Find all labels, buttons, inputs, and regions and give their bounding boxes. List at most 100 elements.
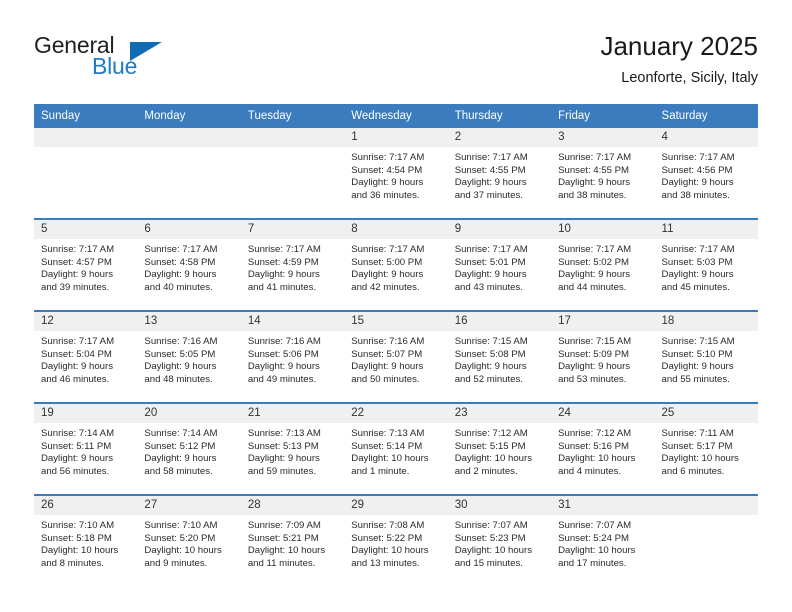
calendar-cell-empty <box>137 128 241 219</box>
day-sun-info: Sunrise: 7:16 AM Sunset: 5:07 PM Daylight:… <box>344 331 447 386</box>
sunset-text: Sunset: 5:17 PM <box>661 440 733 452</box>
calendar-day-cell[interactable]: 1 Sunrise: 7:17 AM Sunset: 4:54 PM Daylight… <box>344 128 448 219</box>
day-sun-info: Sunrise: 7:09 AM Sunset: 5:21 PM Daylight:… <box>241 515 344 570</box>
sunrise-text: Sunrise: 7:17 AM <box>558 244 632 255</box>
daylight-text-line2: and 50 minutes. <box>351 373 420 385</box>
day-number: 15 <box>344 312 448 331</box>
sunset-text: Sunset: 4:58 PM <box>144 256 216 268</box>
calendar-day-cell[interactable]: 3 Sunrise: 7:17 AM Sunset: 4:55 PM Daylight… <box>551 128 655 219</box>
day-number: 18 <box>654 312 758 331</box>
calendar-day-cell[interactable]: 21 Sunrise: 7:13 AM Sunset: 5:13 PM Dayligh… <box>240 402 345 495</box>
day-number: 20 <box>137 404 241 423</box>
day-sun-info: Sunrise: 7:17 AM Sunset: 5:01 PM Daylight:… <box>448 239 551 294</box>
day-number: 11 <box>654 220 758 239</box>
sunset-text: Sunset: 5:11 PM <box>41 440 112 452</box>
calendar-day-cell[interactable]: 18 Sunrise: 7:15 AM Sunset: 5:10 PM Dayligh… <box>654 310 758 403</box>
daylight-text-line1: Daylight: 9 hours <box>351 269 424 281</box>
day-sun-info: Sunrise: 7:15 AM Sunset: 5:08 PM Daylight:… <box>448 331 551 386</box>
day-number: 22 <box>344 404 448 423</box>
sunset-text: Sunset: 5:16 PM <box>558 440 630 452</box>
sunset-text: Sunset: 5:15 PM <box>454 440 526 452</box>
calendar-day-cell[interactable]: 25 Sunrise: 7:11 AM Sunset: 5:17 PM Dayligh… <box>654 402 758 495</box>
calendar-cell-inner: 28 Sunrise: 7:09 AM Sunset: 5:21 PM Dayligh… <box>240 496 345 586</box>
calendar-day-cell[interactable]: 13 Sunrise: 7:16 AM Sunset: 5:05 PM Dayligh… <box>137 310 241 403</box>
calendar-day-cell[interactable]: 24 Sunrise: 7:12 AM Sunset: 5:16 PM Dayligh… <box>551 402 655 495</box>
calendar-day-cell[interactable]: 15 Sunrise: 7:16 AM Sunset: 5:07 PM Dayligh… <box>344 310 448 403</box>
calendar-cell-inner: 14 Sunrise: 7:16 AM Sunset: 5:06 PM Dayligh… <box>240 312 345 402</box>
calendar-day-cell[interactable]: 30 Sunrise: 7:07 AM Sunset: 5:23 PM Dayligh… <box>447 494 552 586</box>
sunrise-text: Sunrise: 7:17 AM <box>661 244 735 255</box>
daylight-text-line1: Daylight: 9 hours <box>454 177 527 189</box>
calendar-day-cell[interactable]: 7 Sunrise: 7:17 AM Sunset: 4:59 PM Daylight… <box>240 218 345 311</box>
location-subtitle: Leonforte, Sicily, Italy <box>621 70 758 86</box>
day-number: 13 <box>137 312 241 331</box>
calendar-day-cell[interactable]: 4 Sunrise: 7:17 AM Sunset: 4:56 PM Daylight… <box>654 128 758 219</box>
general-blue-logo[interactable]: General Blue <box>34 32 194 90</box>
sunset-text: Sunset: 5:09 PM <box>558 348 630 360</box>
calendar-day-cell[interactable]: 6 Sunrise: 7:17 AM Sunset: 4:58 PM Daylight… <box>137 218 241 311</box>
calendar-cell-empty <box>34 128 138 219</box>
daylight-text-line1: Daylight: 9 hours <box>144 453 217 465</box>
day-number <box>240 128 345 147</box>
page-header: General Blue January 2025 Leonforte, Sic… <box>34 30 758 98</box>
weekday-header-saturday: Saturday <box>654 104 758 128</box>
daylight-text-line1: Daylight: 9 hours <box>454 361 527 373</box>
calendar-cell-inner: 3 Sunrise: 7:17 AM Sunset: 4:55 PM Daylight… <box>551 128 655 218</box>
calendar-cell-inner: 13 Sunrise: 7:16 AM Sunset: 5:05 PM Dayligh… <box>137 312 241 402</box>
day-sun-info: Sunrise: 7:13 AM Sunset: 5:14 PM Daylight:… <box>344 423 447 478</box>
daylight-text-line2: and 44 minutes. <box>558 281 627 293</box>
sunset-text: Sunset: 5:24 PM <box>558 532 630 544</box>
day-sun-info: Sunrise: 7:11 AM Sunset: 5:17 PM Daylight:… <box>655 423 758 478</box>
calendar-day-cell[interactable]: 14 Sunrise: 7:16 AM Sunset: 5:06 PM Dayligh… <box>240 310 345 403</box>
day-number: 5 <box>34 220 138 239</box>
calendar-cell-inner: 17 Sunrise: 7:15 AM Sunset: 5:09 PM Dayligh… <box>551 312 655 402</box>
calendar-cell-inner: 22 Sunrise: 7:13 AM Sunset: 5:14 PM Dayligh… <box>344 404 448 494</box>
title-block: January 2025 Leonforte, Sicily, Italy <box>600 30 758 88</box>
calendar-day-cell[interactable]: 28 Sunrise: 7:09 AM Sunset: 5:21 PM Dayligh… <box>240 494 345 586</box>
calendar-day-cell[interactable]: 29 Sunrise: 7:08 AM Sunset: 5:22 PM Dayligh… <box>344 494 448 586</box>
calendar-day-cell[interactable]: 16 Sunrise: 7:15 AM Sunset: 5:08 PM Dayligh… <box>447 310 552 403</box>
weekday-header-sunday: Sunday <box>34 104 138 128</box>
calendar-day-cell[interactable]: 27 Sunrise: 7:10 AM Sunset: 5:20 PM Dayligh… <box>137 494 241 586</box>
calendar-day-cell[interactable]: 9 Sunrise: 7:17 AM Sunset: 5:01 PM Daylight… <box>447 218 552 311</box>
daylight-text-line1: Daylight: 9 hours <box>661 177 734 189</box>
sunset-text: Sunset: 4:59 PM <box>247 256 319 268</box>
daylight-text-line2: and 55 minutes. <box>661 373 730 385</box>
calendar-day-cell[interactable]: 20 Sunrise: 7:14 AM Sunset: 5:12 PM Dayligh… <box>137 402 241 495</box>
daylight-text-line1: Daylight: 9 hours <box>144 361 217 373</box>
calendar-day-cell[interactable]: 8 Sunrise: 7:17 AM Sunset: 5:00 PM Daylight… <box>344 218 448 311</box>
sunset-text: Sunset: 5:14 PM <box>351 440 423 452</box>
calendar-day-cell[interactable]: 11 Sunrise: 7:17 AM Sunset: 5:03 PM Dayligh… <box>654 218 758 311</box>
day-number: 30 <box>447 496 552 515</box>
sunrise-text: Sunrise: 7:08 AM <box>351 520 425 531</box>
sunset-text: Sunset: 5:01 PM <box>454 256 526 268</box>
daylight-text-line1: Daylight: 9 hours <box>144 269 217 281</box>
day-number: 8 <box>344 220 448 239</box>
calendar-cell-inner: 27 Sunrise: 7:10 AM Sunset: 5:20 PM Dayligh… <box>137 496 241 586</box>
calendar-cell-inner <box>240 128 345 218</box>
sunrise-text: Sunrise: 7:17 AM <box>661 152 735 163</box>
calendar-day-cell[interactable]: 5 Sunrise: 7:17 AM Sunset: 4:57 PM Daylight… <box>34 218 138 311</box>
day-sun-info: Sunrise: 7:10 AM Sunset: 5:20 PM Daylight:… <box>137 515 240 570</box>
day-number: 3 <box>551 128 655 147</box>
sunset-text: Sunset: 4:55 PM <box>454 164 526 176</box>
calendar-day-cell[interactable]: 2 Sunrise: 7:17 AM Sunset: 4:55 PM Daylight… <box>447 128 552 219</box>
daylight-text-line1: Daylight: 10 hours <box>558 545 636 557</box>
calendar-week-row: 12 Sunrise: 7:17 AM Sunset: 5:04 PM Dayligh… <box>34 310 758 403</box>
calendar-day-cell[interactable]: 19 Sunrise: 7:14 AM Sunset: 5:11 PM Dayligh… <box>34 402 138 495</box>
sunset-text: Sunset: 5:00 PM <box>351 256 423 268</box>
calendar-day-cell[interactable]: 10 Sunrise: 7:17 AM Sunset: 5:02 PM Dayligh… <box>551 218 655 311</box>
calendar-day-cell[interactable]: 23 Sunrise: 7:12 AM Sunset: 5:15 PM Dayligh… <box>447 402 552 495</box>
weekday-header-row: Sunday Monday Tuesday Wednesday Thursday… <box>34 104 758 128</box>
calendar-day-cell[interactable]: 22 Sunrise: 7:13 AM Sunset: 5:14 PM Dayligh… <box>344 402 448 495</box>
sunrise-text: Sunrise: 7:13 AM <box>351 428 425 439</box>
calendar-day-cell[interactable]: 12 Sunrise: 7:17 AM Sunset: 5:04 PM Dayligh… <box>34 310 138 403</box>
calendar-day-cell[interactable]: 31 Sunrise: 7:07 AM Sunset: 5:24 PM Dayligh… <box>551 494 655 586</box>
daylight-text-line2: and 36 minutes. <box>351 189 420 201</box>
sunset-text: Sunset: 5:13 PM <box>247 440 319 452</box>
daylight-text-line2: and 52 minutes. <box>454 373 523 385</box>
daylight-text-line1: Daylight: 9 hours <box>351 177 424 189</box>
daylight-text-line2: and 13 minutes. <box>351 557 420 569</box>
calendar-day-cell[interactable]: 17 Sunrise: 7:15 AM Sunset: 5:09 PM Dayligh… <box>551 310 655 403</box>
calendar-day-cell[interactable]: 26 Sunrise: 7:10 AM Sunset: 5:18 PM Dayligh… <box>34 494 138 586</box>
